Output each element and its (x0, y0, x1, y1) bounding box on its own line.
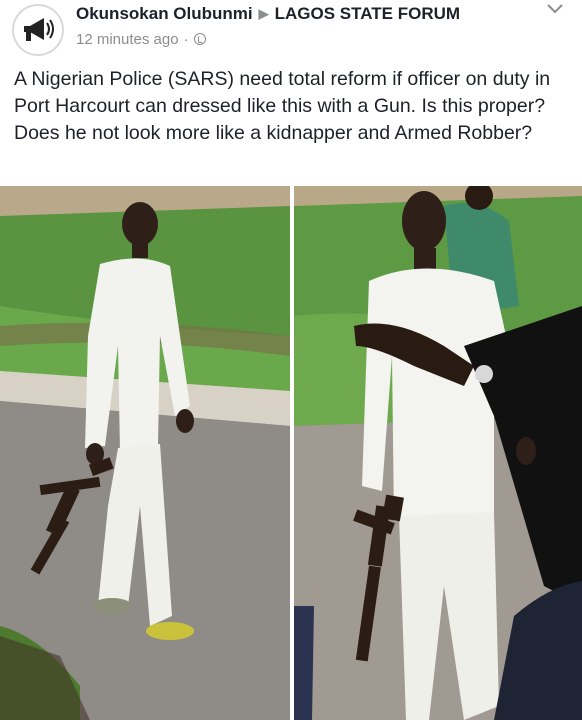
group-name[interactable]: LAGOS STATE FORUM (275, 4, 460, 23)
megaphone-logo-icon (15, 7, 61, 53)
photo-man-walking-with-gun[interactable] (0, 186, 290, 720)
photo-grid (0, 186, 582, 720)
photo-man-standing-with-gun[interactable] (294, 186, 582, 720)
author-name[interactable]: Okunsokan Olubunmi (76, 4, 253, 23)
post-meta: 12 minutes ago · (76, 31, 206, 48)
author-line: Okunsokan Olubunmi ▶ LAGOS STATE FORUM (76, 4, 460, 24)
chevron-down-icon[interactable] (546, 2, 564, 16)
globe-icon (193, 33, 206, 45)
separator-dot: · (183, 31, 189, 48)
author-avatar[interactable] (12, 4, 64, 56)
arrow-right-icon: ▶ (258, 6, 269, 21)
post-timestamp[interactable]: 12 minutes ago (76, 31, 179, 48)
post-body-text: A Nigerian Police (SARS) need total refo… (14, 68, 551, 144)
post-header: Okunsokan Olubunmi ▶ LAGOS STATE FORUM 12 … (0, 0, 582, 60)
